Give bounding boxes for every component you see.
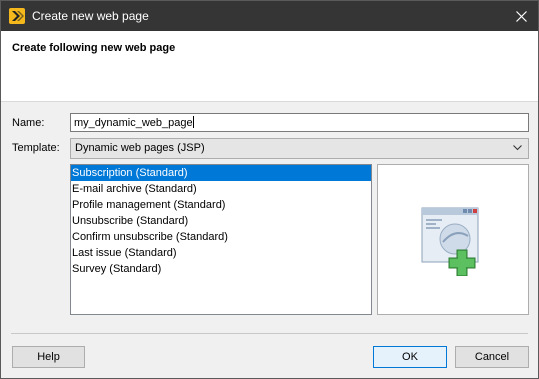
dialog-header: Create following new web page bbox=[1, 31, 538, 102]
name-label: Name: bbox=[12, 117, 45, 129]
new-web-page-icon bbox=[421, 207, 479, 276]
close-icon bbox=[516, 11, 527, 22]
app-logo-icon bbox=[9, 8, 25, 24]
footer-separator bbox=[11, 333, 528, 334]
template-select[interactable]: Dynamic web pages (JSP) bbox=[70, 138, 529, 159]
template-list-item[interactable]: Confirm unsubscribe (Standard) bbox=[71, 229, 371, 245]
template-preview bbox=[377, 164, 529, 315]
template-select-value: Dynamic web pages (JSP) bbox=[75, 142, 205, 154]
header-title: Create following new web page bbox=[12, 42, 176, 54]
help-button[interactable]: Help bbox=[12, 346, 85, 368]
text-caret bbox=[192, 116, 194, 128]
template-list-item[interactable]: E-mail archive (Standard) bbox=[71, 181, 371, 197]
ok-button[interactable]: OK bbox=[373, 346, 447, 368]
cancel-button[interactable]: Cancel bbox=[455, 346, 529, 368]
template-list-item[interactable]: Survey (Standard) bbox=[71, 261, 371, 277]
template-list-item[interactable]: Last issue (Standard) bbox=[71, 245, 371, 261]
close-button[interactable] bbox=[504, 1, 538, 31]
chevron-down-icon bbox=[513, 145, 522, 151]
dialog-window: Create new web page Create following new… bbox=[0, 0, 539, 379]
template-list-item[interactable]: Profile management (Standard) bbox=[71, 197, 371, 213]
title-bar[interactable]: Create new web page bbox=[1, 1, 538, 31]
template-label: Template: bbox=[12, 142, 60, 154]
template-list[interactable]: Subscription (Standard) E-mail archive (S… bbox=[70, 164, 372, 315]
window-title: Create new web page bbox=[32, 9, 149, 23]
template-list-item[interactable]: Unsubscribe (Standard) bbox=[71, 213, 371, 229]
name-input[interactable]: my_dynamic_web_page bbox=[70, 113, 529, 132]
name-input-value: my_dynamic_web_page bbox=[74, 117, 193, 129]
template-list-item[interactable]: Subscription (Standard) bbox=[71, 165, 371, 181]
